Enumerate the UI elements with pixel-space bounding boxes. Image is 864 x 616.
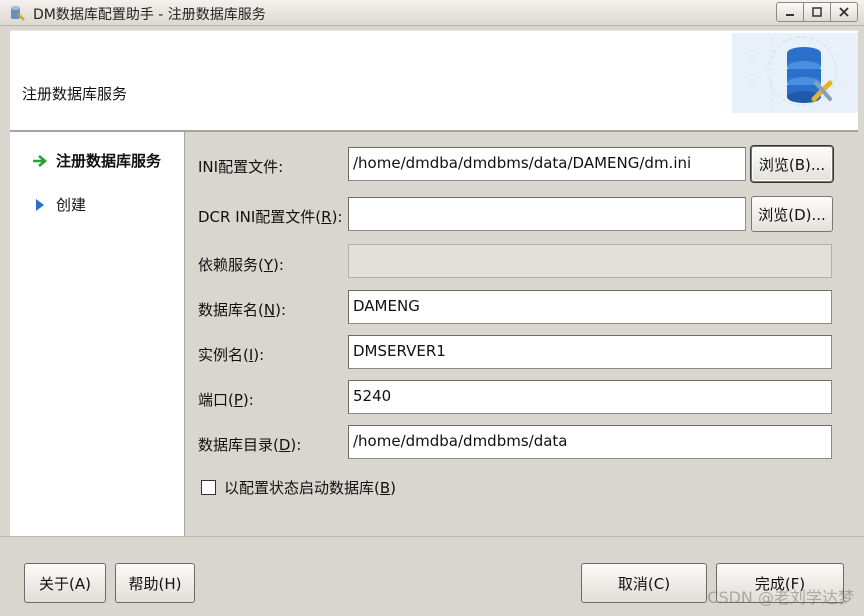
db-name-input[interactable]: DAMENG <box>348 290 832 324</box>
database-tools-icon <box>732 33 858 113</box>
triangle-right-icon <box>32 198 50 212</box>
close-icon <box>839 7 849 17</box>
browse-dcr-button[interactable]: 浏览(D)... <box>751 196 833 232</box>
window-controls <box>776 2 858 22</box>
dependency-service-label: 依赖服务(Y): <box>198 256 284 274</box>
port-label: 端口(P): <box>198 391 254 409</box>
wizard-steps-sidebar: 注册数据库服务 创建 <box>10 130 185 536</box>
watermark-text: CSDN @老刘学达梦 <box>707 588 854 607</box>
form-panel: INI配置文件: /home/dmdba/dmdbms/data/DAMENG/… <box>185 130 858 536</box>
db-name-label: 数据库名(N): <box>198 301 286 319</box>
header-banner <box>732 33 858 113</box>
about-button[interactable]: 关于(A) <box>24 563 106 603</box>
cancel-button[interactable]: 取消(C) <box>581 563 707 603</box>
sidebar-item-register-service[interactable]: 注册数据库服务 <box>32 150 161 171</box>
instance-name-input[interactable]: DMSERVER1 <box>348 335 832 369</box>
ini-file-input[interactable]: /home/dmdba/dmdbms/data/DAMENG/dm.ini <box>348 147 746 181</box>
minimize-button[interactable] <box>776 2 804 22</box>
start-in-config-mode-checkbox[interactable] <box>201 480 216 495</box>
db-directory-input[interactable]: /home/dmdba/dmdbms/data <box>348 425 832 459</box>
checkbox-label: 以配置状态启动数据库(B) <box>224 479 397 497</box>
ini-file-label: INI配置文件: <box>198 158 284 176</box>
dcr-ini-file-input[interactable] <box>348 197 746 231</box>
dependency-service-input <box>348 244 832 278</box>
window-title: DM数据库配置助手 - 注册数据库服务 <box>33 7 266 23</box>
page-title: 注册数据库服务 <box>22 85 128 103</box>
app-icon <box>8 4 26 22</box>
close-button[interactable] <box>830 2 858 22</box>
maximize-icon <box>812 7 822 17</box>
dcr-ini-file-label: DCR INI配置文件(R): <box>198 208 343 226</box>
maximize-button[interactable] <box>803 2 831 22</box>
start-in-config-mode-option[interactable]: 以配置状态启动数据库(B) <box>201 477 396 498</box>
help-button[interactable]: 帮助(H) <box>115 563 195 603</box>
port-input[interactable]: 5240 <box>348 380 832 414</box>
db-directory-label: 数据库目录(D): <box>198 436 302 454</box>
sidebar-item-label: 创建 <box>56 196 87 214</box>
sidebar-item-create[interactable]: 创建 <box>32 194 86 215</box>
sidebar-item-label: 注册数据库服务 <box>56 152 162 170</box>
instance-name-label: 实例名(I): <box>198 346 265 364</box>
title-bar: DM数据库配置助手 - 注册数据库服务 <box>0 0 864 26</box>
wizard-header: 注册数据库服务 <box>10 30 858 130</box>
browse-ini-button[interactable]: 浏览(B)... <box>751 146 833 182</box>
minimize-icon <box>786 14 794 16</box>
arrow-right-icon <box>32 154 50 168</box>
